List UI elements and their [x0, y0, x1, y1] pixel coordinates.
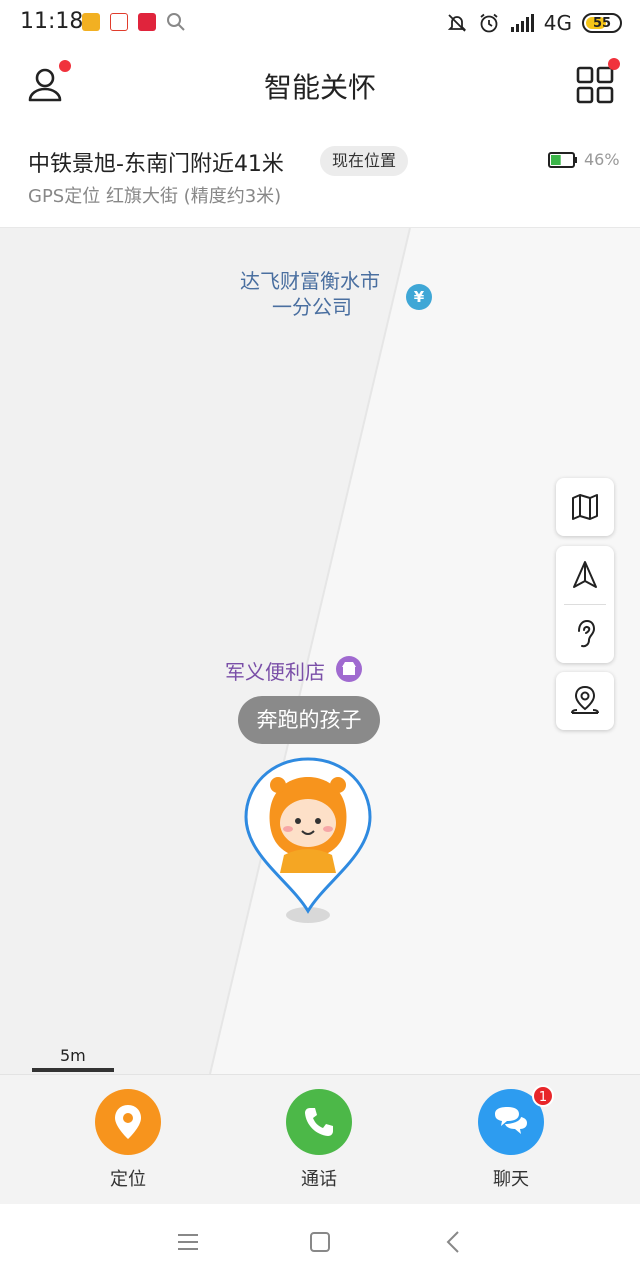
location-history-button[interactable] — [556, 672, 614, 730]
map-layers-button[interactable] — [556, 478, 614, 536]
menu-icon[interactable] — [174, 1228, 202, 1256]
app-notification-icon — [138, 13, 156, 31]
map-road — [209, 228, 640, 1074]
action-bar: 定位 通话 1 聊天 — [0, 1074, 640, 1204]
map-scale: 5m — [32, 1046, 116, 1072]
battery-level: 55 — [592, 15, 612, 31]
mute-bell-icon — [447, 14, 466, 32]
current-location-chip[interactable]: 现在位置 — [320, 146, 409, 176]
menu-grid-button[interactable] — [574, 58, 620, 106]
scale-bar — [32, 1068, 114, 1072]
grid-notification-dot — [608, 58, 620, 70]
listen-button[interactable] — [556, 605, 614, 663]
listen-icon — [578, 619, 596, 648]
location-detail: GPS定位 红旗大街 (精度约3米) — [28, 186, 282, 207]
locate-action[interactable]: 定位 — [83, 1089, 173, 1191]
child-avatar-pin[interactable] — [240, 755, 376, 927]
chat-label: 聊天 — [493, 1169, 529, 1190]
chat-action[interactable]: 1 聊天 — [466, 1085, 556, 1191]
weibo-notification-icon — [82, 13, 100, 31]
locate-button[interactable] — [95, 1089, 161, 1155]
scale-label: 5m — [60, 1046, 86, 1065]
poi-store-label[interactable]: 军义便利店 — [225, 656, 325, 685]
map-layers-icon — [572, 494, 598, 520]
call-label: 通话 — [301, 1169, 337, 1190]
back-icon[interactable] — [440, 1228, 468, 1256]
child-name-bubble[interactable]: 奔跑的孩子 — [238, 696, 380, 744]
search-icon — [167, 13, 185, 31]
navigate-button[interactable] — [556, 546, 614, 604]
signal-icon — [510, 14, 534, 32]
chat-button[interactable]: 1 — [478, 1085, 554, 1155]
location-pin-icon — [115, 1105, 141, 1139]
status-app-icons — [82, 12, 186, 32]
status-right: 4G 55 — [446, 10, 622, 36]
chat-unread-badge: 1 — [532, 1085, 554, 1107]
map-tools-group — [556, 546, 614, 663]
phone-icon — [305, 1108, 333, 1136]
device-battery-icon — [548, 152, 577, 168]
home-icon[interactable] — [306, 1228, 334, 1256]
chat-icon — [495, 1107, 527, 1134]
network-type: 4G — [543, 11, 572, 35]
alarm-icon — [480, 13, 498, 33]
map-view[interactable] — [0, 228, 640, 1074]
store-poi-icon — [336, 656, 362, 682]
location-history-icon — [571, 685, 599, 714]
call-action[interactable]: 通话 — [274, 1089, 364, 1191]
location-address: 中铁景旭-东南门附近41米 — [28, 152, 284, 177]
page-title: 智能关怀 — [263, 71, 376, 104]
grid-icon — [576, 66, 614, 104]
device-battery-percent: 46% — [584, 150, 620, 169]
location-card: 中铁景旭-东南门附近41米 现在位置 GPS定位 红旗大街 (精度约3米) 46… — [0, 124, 640, 228]
status-time: 11:18 — [20, 9, 84, 34]
status-bar: 11:18 4G 55 — [0, 0, 640, 46]
poi-finance-label[interactable]: 达飞财富衡水市 一分公司 — [240, 268, 380, 320]
app-header: 智能关怀 — [0, 46, 640, 124]
finance-poi-icon: ¥ — [406, 284, 432, 310]
call-button[interactable] — [286, 1089, 352, 1155]
system-nav-bar — [0, 1204, 640, 1280]
news-notification-icon — [110, 13, 128, 31]
navigate-icon — [573, 561, 597, 588]
battery-icon: 55 — [582, 13, 622, 33]
locate-label: 定位 — [110, 1169, 146, 1190]
